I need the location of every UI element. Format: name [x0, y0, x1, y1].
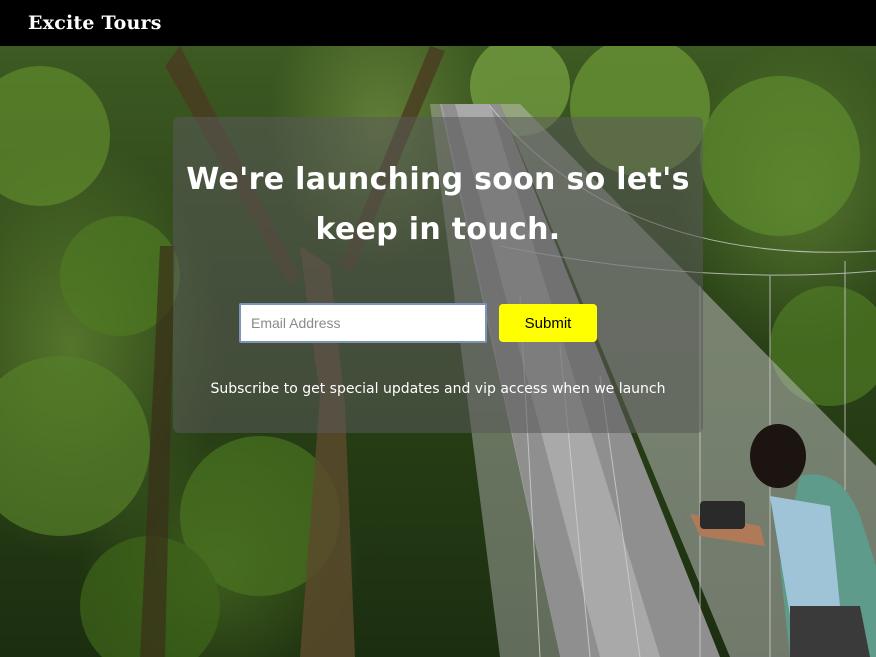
hero-section: We're launching soon so let's keep in to…: [0, 46, 876, 657]
brand-logo-text[interactable]: Excite Tours: [28, 12, 162, 34]
subscribe-subtext: Subscribe to get special updates and vip…: [210, 381, 666, 397]
email-input[interactable]: [239, 303, 487, 343]
signup-panel: We're launching soon so let's keep in to…: [173, 117, 703, 433]
signup-form: Submit: [239, 303, 597, 343]
submit-button[interactable]: Submit: [499, 304, 597, 342]
top-navbar: Excite Tours: [0, 0, 876, 46]
launch-headline: We're launching soon so let's keep in to…: [186, 162, 690, 247]
